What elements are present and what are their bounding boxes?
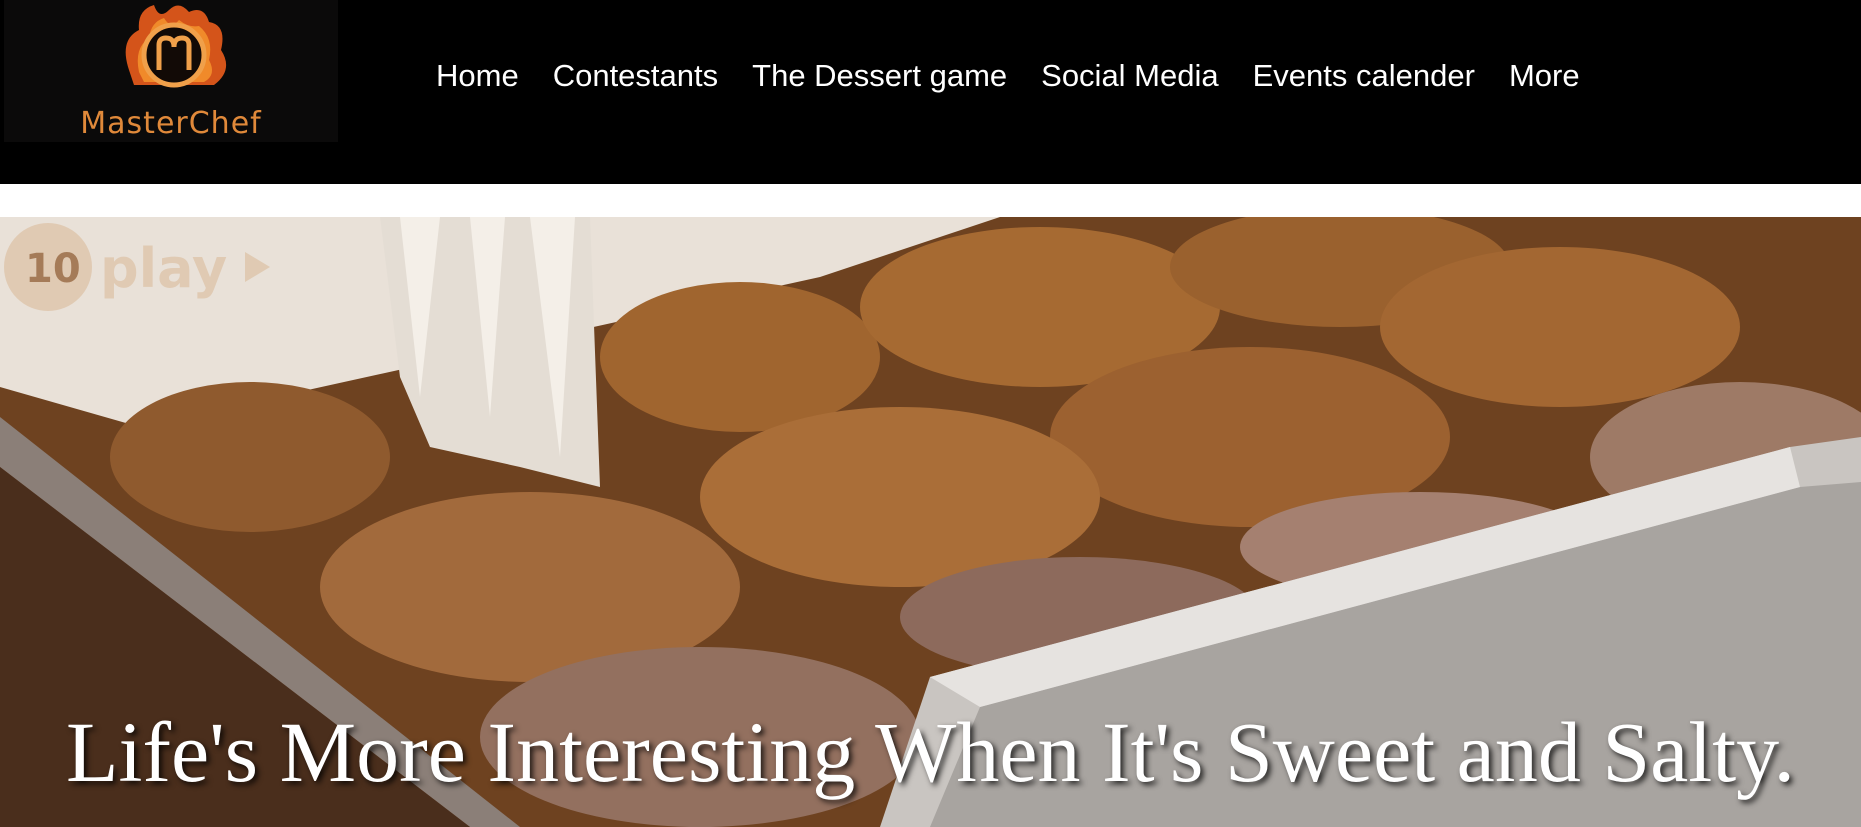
nav-item-events-calender[interactable]: Events calender — [1253, 56, 1475, 96]
nav-item-home[interactable]: Home — [436, 56, 519, 96]
hero-heading: Life's More Interesting When It's Sweet … — [65, 704, 1796, 800]
svg-text:10: 10 — [25, 246, 81, 292]
svg-text:play: play — [100, 237, 227, 300]
logo-text: MasterChef — [80, 106, 262, 141]
hero-banner: 10 play Life's More Interesting When It'… — [0, 217, 1861, 827]
play-watermark: 10 play — [4, 223, 270, 311]
nav-item-dessert-game[interactable]: The Dessert game — [752, 56, 1007, 96]
main-nav: Home Contestants The Dessert game Social… — [436, 56, 1614, 96]
masterchef-logo[interactable]: MasterChef — [4, 0, 338, 142]
site-header: MasterChef Home Contestants The Dessert … — [0, 0, 1861, 184]
nav-item-social-media[interactable]: Social Media — [1041, 56, 1218, 96]
flame-emblem-icon — [125, 5, 227, 88]
nav-item-more[interactable]: More — [1509, 56, 1580, 96]
nav-item-contestants[interactable]: Contestants — [553, 56, 718, 96]
